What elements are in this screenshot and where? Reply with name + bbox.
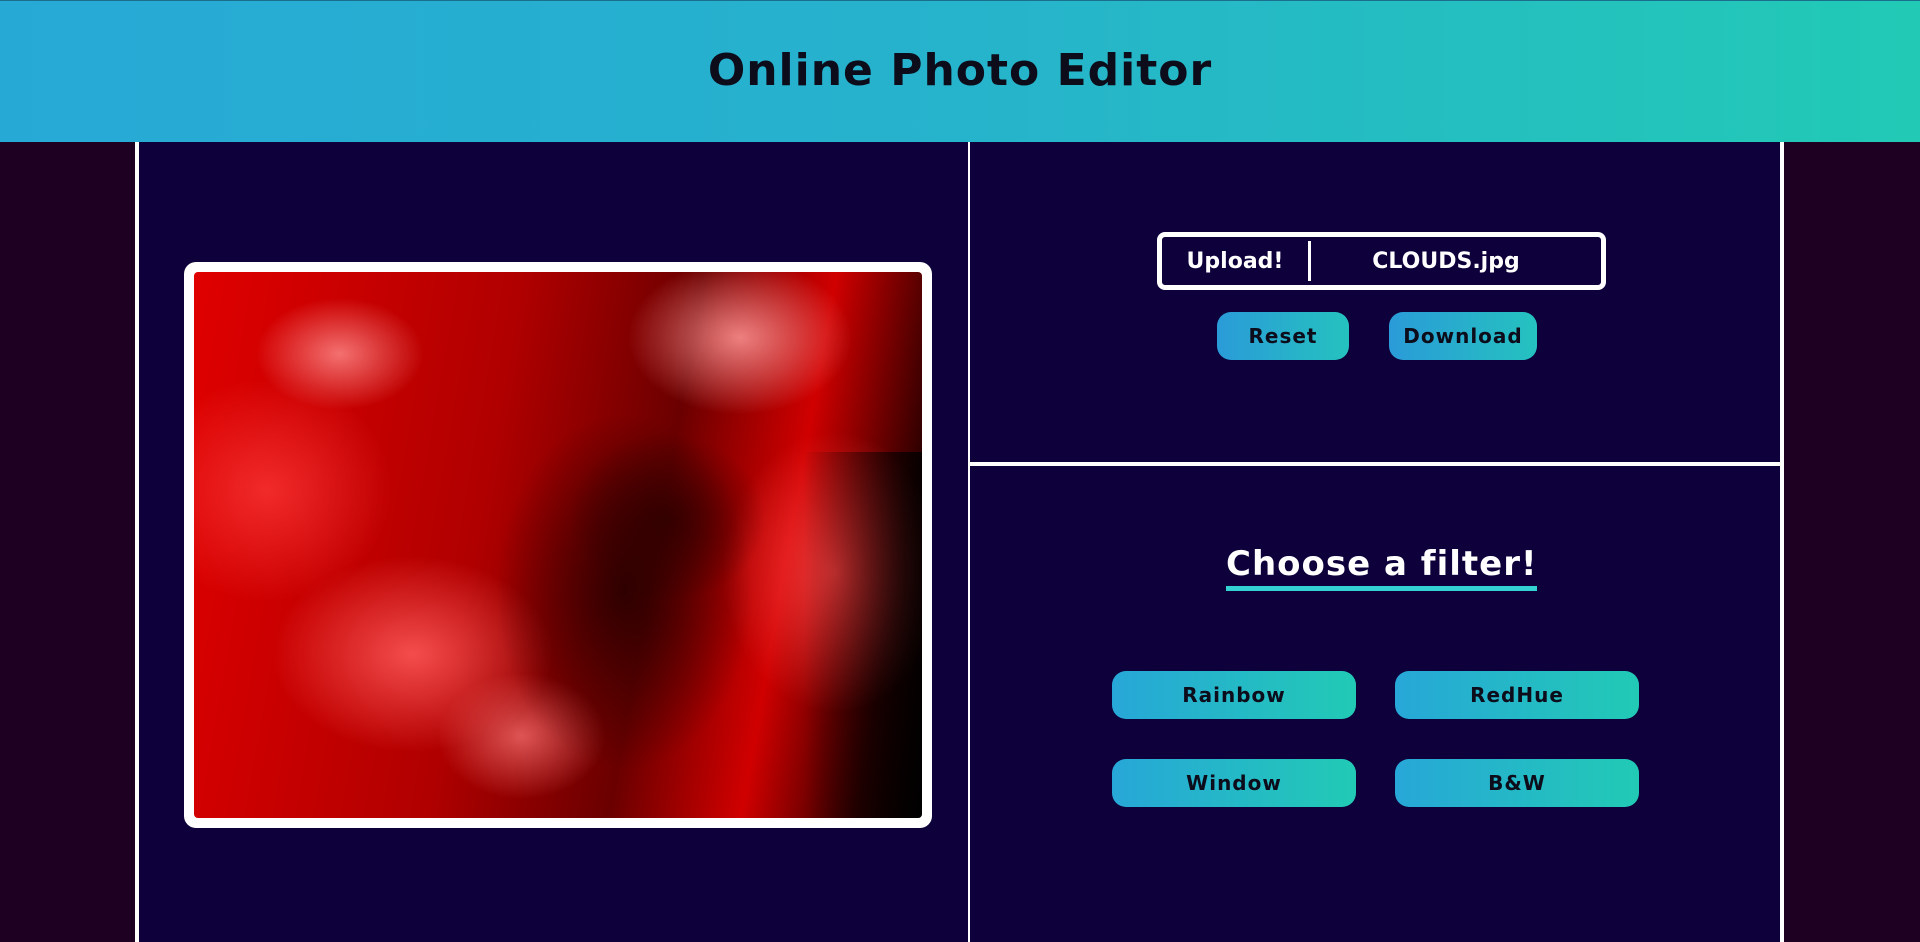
vertical-divider	[968, 142, 970, 942]
cloud-shadow	[804, 452, 922, 818]
filter-rainbow-button[interactable]: Rainbow	[1112, 671, 1356, 719]
app-header: Online Photo Editor	[0, 0, 1920, 142]
filter-section-title: Choose a filter!	[1226, 544, 1538, 591]
horizontal-divider	[970, 462, 1784, 466]
download-button[interactable]: Download	[1389, 312, 1537, 360]
page-title: Online Photo Editor	[707, 45, 1213, 96]
filter-bw-button[interactable]: B&W	[1395, 759, 1639, 807]
image-preview-frame	[184, 262, 932, 828]
file-upload-control[interactable]: Upload! CLOUDS.jpg	[1157, 232, 1606, 290]
filter-redhue-button[interactable]: RedHue	[1395, 671, 1639, 719]
filter-window-button[interactable]: Window	[1112, 759, 1356, 807]
upload-filename: CLOUDS.jpg	[1372, 248, 1520, 274]
cloud-shadow	[494, 412, 754, 772]
image-preview	[194, 272, 922, 818]
reset-button[interactable]: Reset	[1217, 312, 1349, 360]
upload-button[interactable]: Upload!	[1162, 249, 1308, 274]
